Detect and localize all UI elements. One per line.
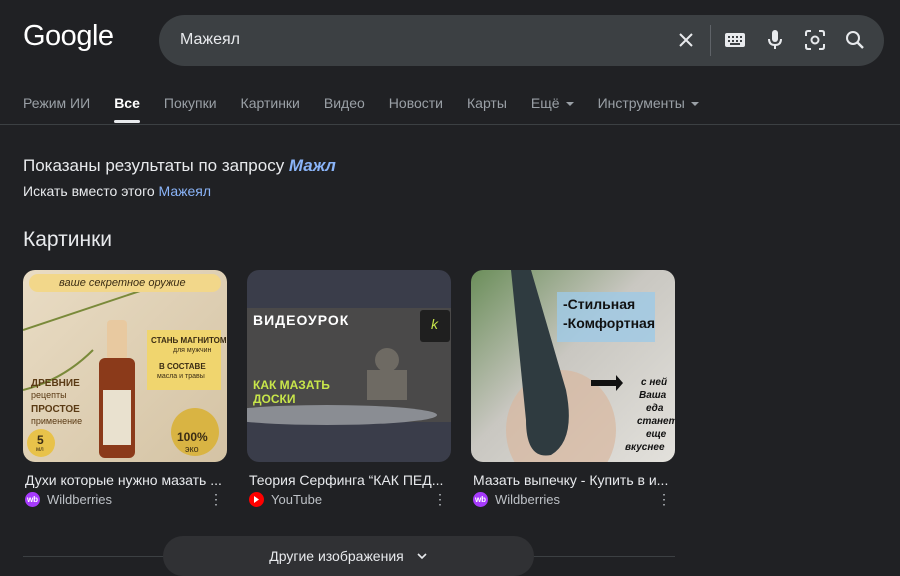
thumb-text: КАК МАЗАТЬ [253, 378, 330, 392]
image-source[interactable]: wb Wildberries [473, 492, 560, 507]
search-input[interactable]: Мажеял [180, 31, 240, 49]
tab-images[interactable]: Картинки [241, 95, 300, 123]
search-divider [710, 25, 711, 56]
thumb-text: рецепты [31, 390, 67, 400]
search-instead-prefix: Искать вместо этого [23, 183, 159, 199]
thumb-text: мл [36, 447, 44, 453]
thumb-text: ваше секретное оружие [59, 277, 186, 289]
tabs-divider [0, 124, 900, 125]
tab-shopping[interactable]: Покупки [164, 95, 217, 123]
image-thumbnail[interactable]: ваше секретное оружие СТАНЬ МАГНИТОМ для… [23, 270, 227, 462]
wildberries-icon: wb [25, 492, 40, 507]
thumb-text: масла и травы [157, 373, 205, 380]
image-result-card[interactable]: ваше секретное оружие СТАНЬ МАГНИТОМ для… [23, 270, 227, 507]
more-options-icon[interactable]: ⋮ [209, 492, 223, 506]
image-result-card[interactable]: -Стильная -Комфортная с ней Ваша еда ста… [471, 270, 675, 507]
clear-icon[interactable] [673, 27, 699, 53]
thumb-text: станет [637, 416, 675, 427]
tab-more-label: Ещё [530, 95, 560, 111]
surf-video-thumbnail [247, 308, 451, 425]
tab-videos[interactable]: Видео [324, 95, 365, 123]
image-source-name: YouTube [271, 492, 323, 507]
more-images-button[interactable]: Другие изображения [163, 536, 534, 576]
thumb-text: 100% [177, 430, 208, 444]
lens-icon[interactable] [802, 27, 828, 53]
more-options-icon[interactable]: ⋮ [433, 492, 447, 506]
image-result-card[interactable]: ВИДЕОУРОК КАК МАЗАТЬ ДОСКИ k Теория Серф… [247, 270, 451, 507]
tab-more[interactable]: Ещё [531, 95, 574, 123]
thumb-text: Ваша [639, 390, 667, 401]
thumb-text: вкуснее [625, 442, 665, 453]
thumb-text: -Стильная [563, 296, 636, 312]
thumb-text: еда [646, 403, 664, 414]
thumb-text: еще [646, 429, 667, 440]
thumb-text: с ней [641, 377, 668, 388]
image-source[interactable]: YouTube [249, 492, 322, 507]
showing-results-text: Показаны результаты по запросу Мажл [23, 156, 336, 176]
image-caption[interactable]: Теория Серфинга “КАК ПЕД... [249, 472, 449, 488]
search-bar[interactable]: Мажеял [159, 15, 884, 66]
caret-down-icon [690, 102, 699, 107]
image-source-name: Wildberries [47, 492, 113, 507]
search-icon[interactable] [842, 27, 868, 53]
google-logo[interactable]: Google [23, 20, 114, 53]
tab-news[interactable]: Новости [389, 95, 443, 123]
tab-tools-label: Инструменты [597, 95, 685, 111]
tab-tools[interactable]: Инструменты [598, 95, 699, 123]
image-source-name: Wildberries [495, 492, 561, 507]
tab-all[interactable]: Все [114, 95, 140, 123]
image-thumbnail[interactable]: -Стильная -Комфортная с ней Ваша еда ста… [471, 270, 675, 462]
thumb-text: применение [31, 416, 83, 426]
keyboard-icon[interactable] [722, 27, 748, 53]
corrected-query-link[interactable]: Мажл [289, 156, 336, 175]
search-tabs: Режим ИИ Все Покупки Картинки Видео Ново… [23, 95, 723, 123]
thumb-text: СТАНЬ МАГНИТОМ [151, 336, 227, 345]
thumb-text: ПРОСТОЕ [31, 404, 80, 415]
thumb-text: эко [185, 444, 199, 454]
thumb-text: -Комфортная [563, 315, 655, 331]
thumb-text: для мужчин [173, 347, 212, 354]
more-options-icon[interactable]: ⋮ [657, 492, 671, 506]
caret-down-icon [565, 102, 574, 107]
search-instead-text: Искать вместо этого Мажеял [23, 183, 211, 199]
microphone-icon[interactable] [762, 27, 788, 53]
image-source[interactable]: wb Wildberries [25, 492, 112, 507]
showing-results-prefix: Показаны результаты по запросу [23, 156, 289, 175]
thumb-text: В СОСТАВЕ [159, 362, 206, 371]
wildberries-icon: wb [473, 492, 488, 507]
tab-maps[interactable]: Карты [467, 95, 507, 123]
more-images-label: Другие изображения [269, 548, 404, 564]
chevron-down-icon [417, 553, 427, 560]
tab-ai-mode[interactable]: Режим ИИ [23, 95, 90, 123]
thumb-text: ДРЕВНИЕ [31, 378, 80, 389]
image-thumbnail[interactable]: ВИДЕОУРОК КАК МАЗАТЬ ДОСКИ k [247, 270, 451, 462]
thumb-text: k [431, 316, 438, 332]
image-caption[interactable]: Духи которые нужно мазать ... [25, 472, 225, 488]
thumb-text: ВИДЕОУРОК [253, 312, 350, 328]
youtube-icon [249, 492, 264, 507]
thumb-text: ДОСКИ [253, 392, 296, 406]
image-caption[interactable]: Мазать выпечку - Купить в и... [473, 472, 673, 488]
thumb-text: 5 [37, 433, 44, 447]
original-query-link[interactable]: Мажеял [159, 183, 212, 199]
images-section-title: Картинки [23, 228, 112, 251]
